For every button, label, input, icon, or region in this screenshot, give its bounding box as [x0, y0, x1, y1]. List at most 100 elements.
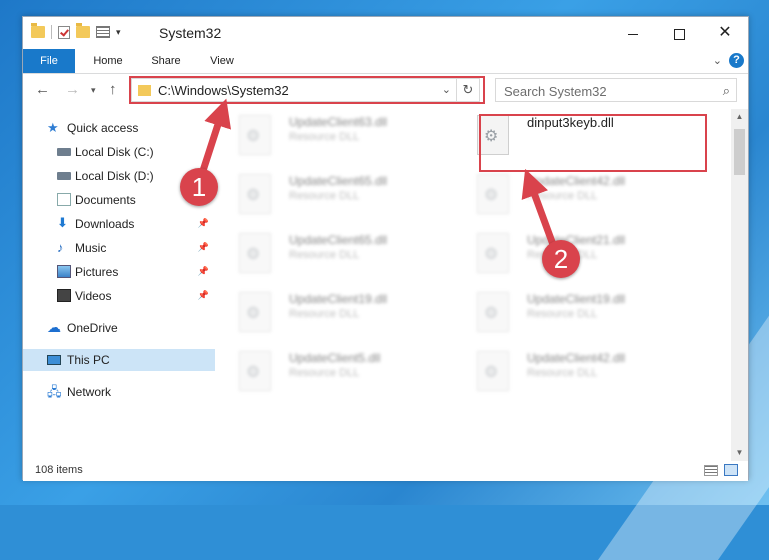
- tab-home[interactable]: Home: [81, 49, 135, 73]
- list-item[interactable]: UpdateClient19.dll Resource DLL: [227, 286, 457, 338]
- sidebar-item-label: Local Disk (C:): [75, 145, 154, 159]
- file-name: UpdateClient42.dll: [527, 351, 626, 365]
- music-icon: ♪: [57, 240, 64, 255]
- quick-access-toolbar: ▾: [31, 23, 121, 39]
- star-icon: ★: [47, 120, 59, 135]
- toolbar-divider: [51, 25, 52, 39]
- file-type: Resource DLL: [289, 190, 360, 202]
- pin-icon[interactable]: 📌: [198, 218, 209, 229]
- close-button[interactable]: ✕: [702, 17, 748, 49]
- sidebar-item-pictures[interactable]: Pictures 📌: [23, 261, 215, 283]
- properties-icon[interactable]: [96, 26, 110, 38]
- scroll-up-icon[interactable]: ▲: [731, 109, 748, 125]
- sidebar-item-label: Music: [75, 241, 107, 255]
- dll-file-icon: [239, 351, 271, 391]
- step2-badge: 2: [542, 240, 580, 278]
- sidebar-item-label: Downloads: [75, 217, 135, 231]
- sidebar-item-onedrive[interactable]: ☁ OneDrive: [23, 317, 215, 339]
- item-count: 108 items: [35, 464, 83, 476]
- file-name: UpdateClient65.dll: [289, 174, 388, 188]
- list-item[interactable]: UpdateClient65.dll Resource DLL: [227, 168, 457, 220]
- dll-file-icon: [477, 233, 509, 273]
- file-name: UpdateClient19.dll: [527, 292, 626, 306]
- dll-file-icon: [477, 174, 509, 214]
- list-item[interactable]: UpdateClient21.dll Resource DLL: [465, 227, 695, 279]
- large-icons-view-icon[interactable]: [724, 464, 738, 476]
- tab-share[interactable]: Share: [141, 49, 191, 73]
- file-type: Resource DLL: [527, 308, 598, 320]
- recent-locations-chevron-icon[interactable]: ▾: [91, 85, 96, 96]
- maximize-button[interactable]: [656, 17, 702, 49]
- list-item[interactable]: UpdateClient63.dll Resource DLL: [227, 109, 457, 161]
- file-explorer-window: ▾ System32 ✕ File Home Share View ⌄ ? ← …: [22, 16, 749, 481]
- sidebar-item-music[interactable]: ♪ Music 📌: [23, 237, 215, 259]
- tab-view[interactable]: View: [199, 49, 245, 73]
- pin-icon[interactable]: 📌: [198, 242, 209, 253]
- forward-arrow-icon[interactable]: →: [65, 81, 80, 98]
- maximize-icon: [673, 28, 685, 40]
- sidebar-item-label: Documents: [75, 193, 136, 207]
- details-view-icon[interactable]: [704, 465, 718, 476]
- file-name: UpdateClient65.dll: [289, 233, 388, 247]
- sidebar-item-quick-access[interactable]: ★ Quick access: [23, 117, 215, 139]
- pin-icon[interactable]: 📌: [198, 290, 209, 301]
- folder-icon: [31, 23, 45, 38]
- sidebar-item-network[interactable]: 🖧 Network: [23, 381, 215, 403]
- step1-badge: 1: [180, 168, 218, 206]
- expand-ribbon-icon[interactable]: ⌄: [713, 54, 722, 67]
- disk-icon: [57, 172, 71, 180]
- new-folder-icon[interactable]: [76, 23, 90, 38]
- search-icon[interactable]: ⌕: [723, 83, 730, 99]
- dll-file-icon: [477, 351, 509, 391]
- sidebar-item-label: OneDrive: [67, 321, 118, 335]
- disk-icon: [57, 148, 71, 156]
- vertical-scrollbar[interactable]: ▲ ▼: [731, 109, 748, 461]
- dll-file-icon: [239, 115, 271, 155]
- status-bar: 108 items: [23, 461, 748, 481]
- sidebar-item-label: Network: [67, 385, 112, 399]
- search-input[interactable]: [496, 79, 716, 103]
- file-name: UpdateClient42.dll: [527, 174, 626, 188]
- customize-toolbar-dropdown[interactable]: ▾: [116, 27, 121, 38]
- file-type: Resource DLL: [289, 131, 360, 143]
- list-item[interactable]: UpdateClient5.dll Resource DLL: [227, 345, 457, 397]
- list-item[interactable]: UpdateClient65.dll Resource DLL: [227, 227, 457, 279]
- sidebar-item-downloads[interactable]: ⬇ Downloads 📌: [23, 213, 215, 235]
- help-icon[interactable]: ?: [729, 53, 744, 68]
- file-type: Resource DLL: [289, 249, 360, 261]
- sidebar-item-videos[interactable]: Videos 📌: [23, 285, 215, 307]
- list-item[interactable]: UpdateClient19.dll Resource DLL: [465, 286, 695, 338]
- back-arrow-icon[interactable]: ←: [35, 81, 50, 98]
- window-title: System32: [159, 25, 222, 41]
- this-pc-icon: [47, 355, 61, 365]
- sidebar-item-this-pc[interactable]: This PC: [23, 349, 215, 371]
- minimize-icon: [628, 33, 638, 35]
- list-item[interactable]: UpdateClient42.dll Resource DLL: [465, 168, 695, 220]
- scrollbar-thumb[interactable]: [734, 129, 745, 175]
- dll-file-icon: [239, 292, 271, 332]
- title-bar: ▾ System32 ✕: [23, 17, 748, 49]
- properties-check-icon[interactable]: [58, 25, 70, 39]
- sidebar-item-label: Pictures: [75, 265, 119, 279]
- sidebar-item-label: This PC: [67, 353, 110, 367]
- file-type: Resource DLL: [289, 367, 360, 379]
- up-arrow-icon[interactable]: ↑: [109, 81, 117, 98]
- videos-icon: [57, 289, 71, 302]
- minimize-button[interactable]: [610, 17, 656, 49]
- file-type: Resource DLL: [527, 367, 598, 379]
- downloads-icon: ⬇: [57, 215, 68, 230]
- documents-icon: [57, 193, 71, 206]
- sidebar-item-label: Videos: [75, 289, 112, 303]
- sidebar-item-label: Local Disk (D:): [75, 169, 154, 183]
- scroll-down-icon[interactable]: ▼: [731, 445, 748, 461]
- search-box[interactable]: ⌕: [495, 78, 737, 103]
- list-item[interactable]: UpdateClient42.dll Resource DLL: [465, 345, 695, 397]
- pin-icon[interactable]: 📌: [198, 266, 209, 277]
- sidebar-item-local-disk-c[interactable]: Local Disk (C:): [23, 141, 215, 163]
- dll-file-icon: [477, 292, 509, 332]
- dll-file-icon: [239, 233, 271, 273]
- tab-file[interactable]: File: [23, 49, 75, 73]
- sidebar-item-label: Quick access: [67, 121, 139, 135]
- file-name: UpdateClient19.dll: [289, 292, 388, 306]
- dll-file-icon: [239, 174, 271, 214]
